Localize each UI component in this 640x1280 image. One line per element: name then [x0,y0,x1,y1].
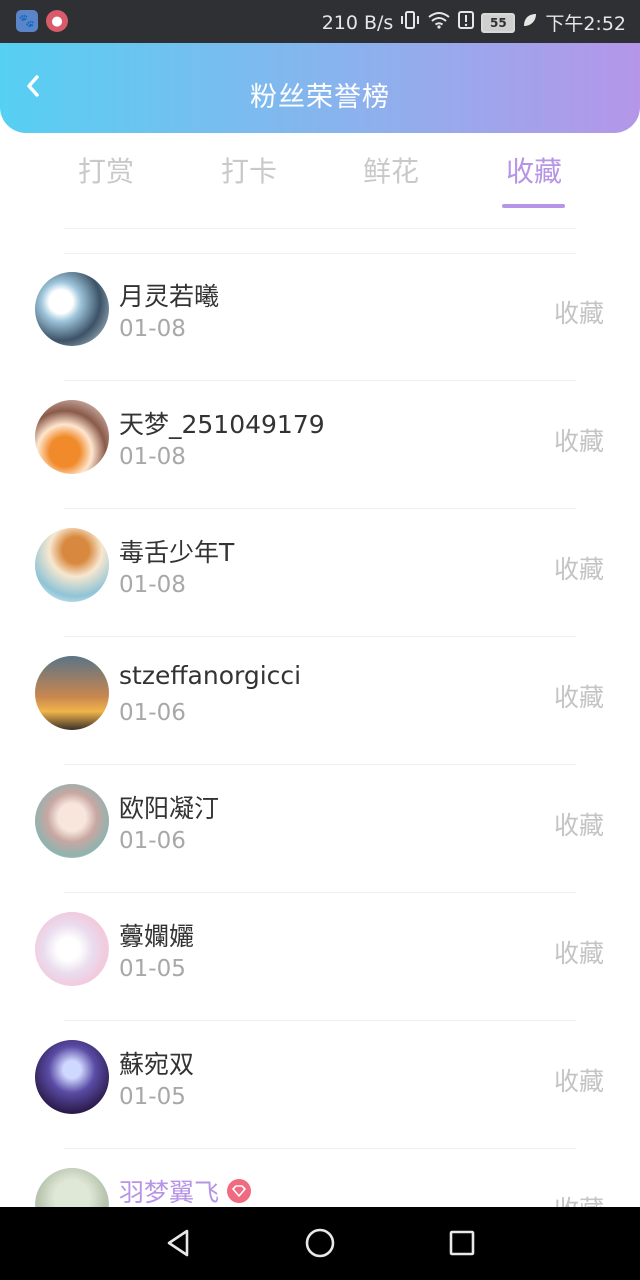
user-name: 天梦_251049179 [119,410,325,439]
status-bar: 🐾 ● 210 B/s 55 下午2:52 [0,0,640,44]
avatar[interactable] [35,656,109,730]
nav-back-button[interactable] [158,1225,198,1265]
list-item[interactable]: 蘇宛双 01-05 收藏 [0,1021,640,1149]
battery-icon: 55 [481,12,516,33]
action-label: 收藏 [553,1067,604,1096]
alert-icon [458,11,475,34]
nav-home-button[interactable] [300,1225,340,1265]
action-label: 收藏 [553,427,604,456]
status-right: 210 B/s 55 下午2:52 [322,9,626,36]
clock: 下午2:52 [545,13,626,35]
nav-recents-button[interactable] [442,1225,482,1265]
avatar[interactable] [35,528,109,602]
recents-square-icon [448,1229,476,1261]
date-label: 01-06 [119,700,186,726]
user-name: 虋孄孋 [119,922,195,951]
avatar[interactable] [35,912,109,986]
action-label: 收藏 [553,939,604,968]
tab-favorites[interactable]: 收藏 [474,150,594,190]
avatar[interactable] [35,272,109,346]
user-name: stzeffanorgicci [119,661,302,690]
tab-checkin[interactable]: 打卡 [189,150,309,190]
navigation-bar [0,1207,640,1280]
net-speed: 210 B/s [321,11,394,34]
wifi-icon [427,11,451,34]
tab-reward[interactable]: 打赏 [46,150,166,190]
action-label: 收藏 [553,299,604,328]
list-item[interactable]: 毒舌少年T 01-08 收藏 [0,509,640,637]
date-label: 01-08 [119,444,186,470]
vibrate-icon [400,11,420,34]
home-circle-icon [304,1227,336,1263]
list-item[interactable]: 虋孄孋 01-05 收藏 [0,893,640,1021]
date-label: 01-08 [119,572,186,598]
date-label: 01-05 [119,1084,186,1110]
vip-diamond-icon [227,1179,252,1203]
page-title: 粉丝荣誉榜 [250,82,390,113]
list-item[interactable]: 天梦_251049179 01-08 收藏 [0,381,640,509]
divider [64,228,576,229]
back-triangle-icon [164,1228,192,1262]
user-name: 月灵若曦 [119,282,220,311]
action-label: 收藏 [553,683,604,712]
tab-flowers[interactable]: 鲜花 [331,150,451,190]
user-name: 羽梦翼飞 [119,1178,220,1207]
leaf-icon [522,12,538,33]
avatar[interactable] [35,784,109,858]
action-label: 收藏 [553,555,604,584]
date-label: 01-06 [119,828,186,854]
list-item[interactable]: 月灵若曦 01-08 收藏 [0,253,640,381]
status-left: 🐾 ● [16,10,68,32]
user-name: 蘇宛双 [119,1050,195,1079]
list-item[interactable]: stzeffanorgicci 01-06 收藏 [0,637,640,765]
date-label: 01-05 [119,956,186,982]
date-label: 01-08 [119,316,186,342]
user-name: 毒舌少年T [119,538,235,567]
action-label: 收藏 [553,811,604,840]
app-badge-icon: ● [46,10,68,32]
header-bar: 粉丝荣誉榜 [0,43,640,133]
avatar[interactable] [35,400,109,474]
paw-app-icon: 🐾 [16,10,38,32]
user-name: 欧阳凝汀 [119,794,220,823]
active-tab-indicator [502,204,565,208]
fan-list: 月灵若曦 01-08 收藏 天梦_251049179 01-08 收藏 毒舌少年… [0,253,640,1277]
tab-bar: 打赏 打卡 鲜花 收藏 [0,150,640,210]
screen: 🐾 ● 210 B/s 55 下午2:52 粉丝荣誉榜 打赏 打卡 鲜花 收藏 … [0,0,640,1280]
list-item[interactable]: 欧阳凝汀 01-06 收藏 [0,765,640,893]
avatar[interactable] [35,1040,109,1114]
user-name-row: 羽梦翼飞 [119,1173,252,1209]
